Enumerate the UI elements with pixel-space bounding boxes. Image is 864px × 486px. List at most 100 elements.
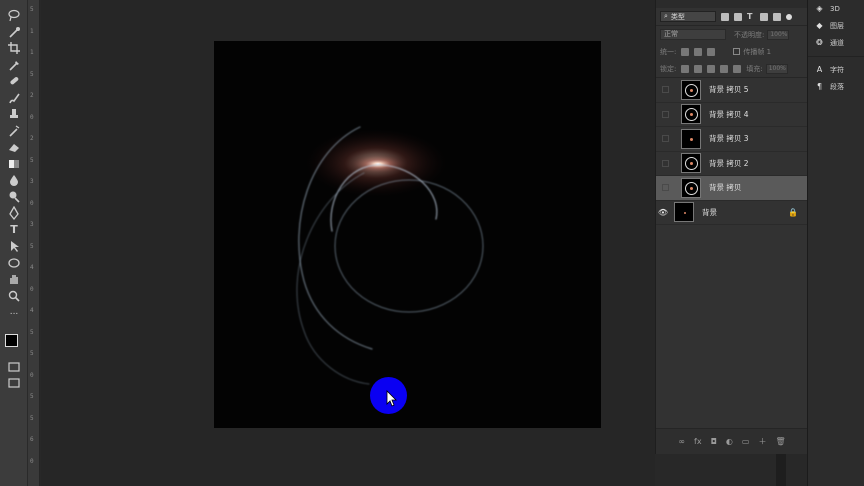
dock-item-paragraph[interactable]: ¶ 段落: [808, 78, 864, 95]
visibility-toggle[interactable]: [662, 135, 669, 143]
add-mask-icon[interactable]: ◘: [711, 437, 717, 446]
adjustment-layer-icon[interactable]: ◐: [726, 437, 733, 446]
layer-thumbnail: [674, 202, 694, 223]
lock-pixels-icon[interactable]: [694, 64, 703, 73]
document-canvas[interactable]: [214, 41, 601, 428]
dock-item-channels[interactable]: ❂ 通道: [808, 34, 864, 51]
lock-row: 锁定: 填充: 100%: [656, 60, 807, 77]
filter-toggle-icon[interactable]: [786, 13, 792, 20]
ruler-tick-label: 5: [30, 156, 34, 164]
new-group-icon[interactable]: ▭: [742, 437, 750, 446]
dock-item-layers[interactable]: ◆ 图层: [808, 17, 864, 34]
unify-visibility-icon[interactable]: [694, 47, 703, 56]
quick-select-icon[interactable]: [6, 25, 22, 39]
add-style-icon[interactable]: fx: [694, 437, 702, 446]
panel-scrollbar[interactable]: [776, 454, 786, 486]
layer-thumbnail: [681, 104, 701, 125]
ellipse-icon[interactable]: [6, 256, 22, 270]
lock-artboard-icon[interactable]: [720, 64, 729, 73]
dock-separator: [808, 51, 864, 57]
foreground-color[interactable]: [5, 334, 18, 347]
blend-row: 正常 不透明度: 100%: [656, 26, 807, 43]
dock-item-label: 图层: [830, 21, 844, 30]
visibility-toggle[interactable]: [662, 86, 669, 94]
delete-layer-icon[interactable]: 🗑: [775, 437, 785, 446]
visibility-toggle[interactable]: [662, 159, 669, 167]
type-icon[interactable]: T: [6, 223, 22, 237]
path-select-icon[interactable]: [6, 239, 22, 253]
lock-transparency-icon[interactable]: [681, 64, 690, 73]
crop-icon[interactable]: [6, 41, 22, 55]
ruler-tick-label: 5: [30, 70, 34, 78]
brush-icon[interactable]: [6, 91, 22, 105]
adjustment-filter-icon[interactable]: [734, 12, 742, 21]
healing-brush-icon[interactable]: [6, 74, 22, 88]
layer-row[interactable]: 背景 拷贝 4: [656, 102, 808, 127]
ruler-tick-label: 5: [30, 328, 34, 336]
eyedropper-icon[interactable]: [6, 58, 22, 72]
quick-mask-icon[interactable]: [6, 360, 22, 374]
layer-thumbnail: [681, 79, 701, 100]
unify-style-icon[interactable]: [707, 47, 716, 56]
layer-thumbnail: [681, 177, 701, 198]
ruler-tick-label: 2: [30, 135, 34, 142]
layer-row[interactable]: 背景 拷贝 5: [656, 78, 808, 103]
eye-icon[interactable]: 👁: [656, 208, 670, 217]
blend-mode-dropdown[interactable]: 正常: [660, 29, 726, 40]
dock-item-3d[interactable]: ◈ 3D: [808, 0, 864, 17]
zoom-icon[interactable]: [6, 289, 22, 303]
link-layers-icon[interactable]: ∞: [678, 437, 685, 446]
lasso-icon[interactable]: [6, 8, 22, 22]
light-trail-artwork: [296, 126, 484, 385]
fill-field[interactable]: 100%: [765, 63, 788, 74]
character-icon: A: [816, 65, 823, 74]
layer-row[interactable]: 背景 拷贝: [656, 176, 808, 201]
hand-icon[interactable]: [6, 272, 22, 286]
pen-icon[interactable]: [6, 206, 22, 220]
gradient-icon[interactable]: [6, 157, 22, 171]
propagate-checkbox[interactable]: [733, 48, 741, 55]
history-brush-icon[interactable]: [6, 124, 22, 138]
dodge-icon[interactable]: [6, 190, 22, 204]
dock-item-character[interactable]: A 字符: [808, 61, 864, 78]
visibility-toggle[interactable]: [662, 184, 669, 192]
layer-name: 背景 拷贝 4: [709, 109, 749, 119]
cursor-highlight: [370, 377, 407, 414]
visibility-toggle[interactable]: [662, 110, 669, 118]
ruler-tick-label: 5: [30, 414, 34, 422]
layers-icon: ◆: [816, 21, 823, 30]
layers-panel: ⌕ 类型 T 正常 不透明度: 100% 统一: 传播帧 1 锁定: 填充: 1…: [655, 0, 808, 454]
shape-filter-icon[interactable]: [760, 12, 768, 21]
smart-object-filter-icon[interactable]: [773, 12, 781, 21]
layer-row[interactable]: 背景 拷贝 2: [656, 151, 808, 176]
ruler-tick-label: 3: [30, 178, 34, 185]
photoshop-window: T... 5115202530354045505560 ⌕ 类型 T 正常 不透…: [0, 0, 864, 486]
thumb-spark: [690, 186, 693, 190]
pixel-filter-icon[interactable]: [721, 12, 729, 21]
lock-all-icon[interactable]: [733, 64, 742, 73]
opacity-field[interactable]: 100%: [767, 29, 790, 40]
ruler-tick-label: 5: [30, 242, 34, 250]
layer-list: 背景 拷贝 5 背景 拷贝 4 背景 拷贝 3 背景 拷贝 2 背景 拷贝 👁 背景 🔒: [656, 78, 808, 225]
ruler-tick-label: 0: [30, 285, 34, 293]
pointer-icon: [386, 390, 397, 407]
ruler-tick-label: 2: [30, 92, 34, 99]
layer-filter-row: ⌕ 类型 T: [656, 8, 807, 25]
ruler-tick-label: 0: [30, 113, 34, 121]
type-filter-icon[interactable]: T: [747, 12, 755, 21]
blur-icon[interactable]: [6, 173, 22, 187]
unify-position-icon[interactable]: [681, 47, 690, 56]
lock-position-icon[interactable]: [707, 64, 716, 73]
more-icon[interactable]: ...: [6, 305, 22, 319]
clone-stamp-icon[interactable]: [6, 107, 22, 121]
new-layer-icon[interactable]: ＋: [758, 436, 766, 447]
ruler-tick-label: 1: [30, 27, 34, 35]
kind-filter-dropdown[interactable]: ⌕ 类型: [660, 11, 716, 22]
layer-row[interactable]: 背景 拷贝 3: [656, 127, 808, 152]
thumb-spark: [684, 212, 686, 215]
screen-mode-icon[interactable]: [6, 376, 22, 390]
eraser-icon[interactable]: [6, 140, 22, 154]
color-swatches[interactable]: [5, 330, 25, 353]
search-icon: ⌕: [664, 12, 668, 20]
layer-row[interactable]: 👁 背景 🔒: [656, 200, 808, 225]
